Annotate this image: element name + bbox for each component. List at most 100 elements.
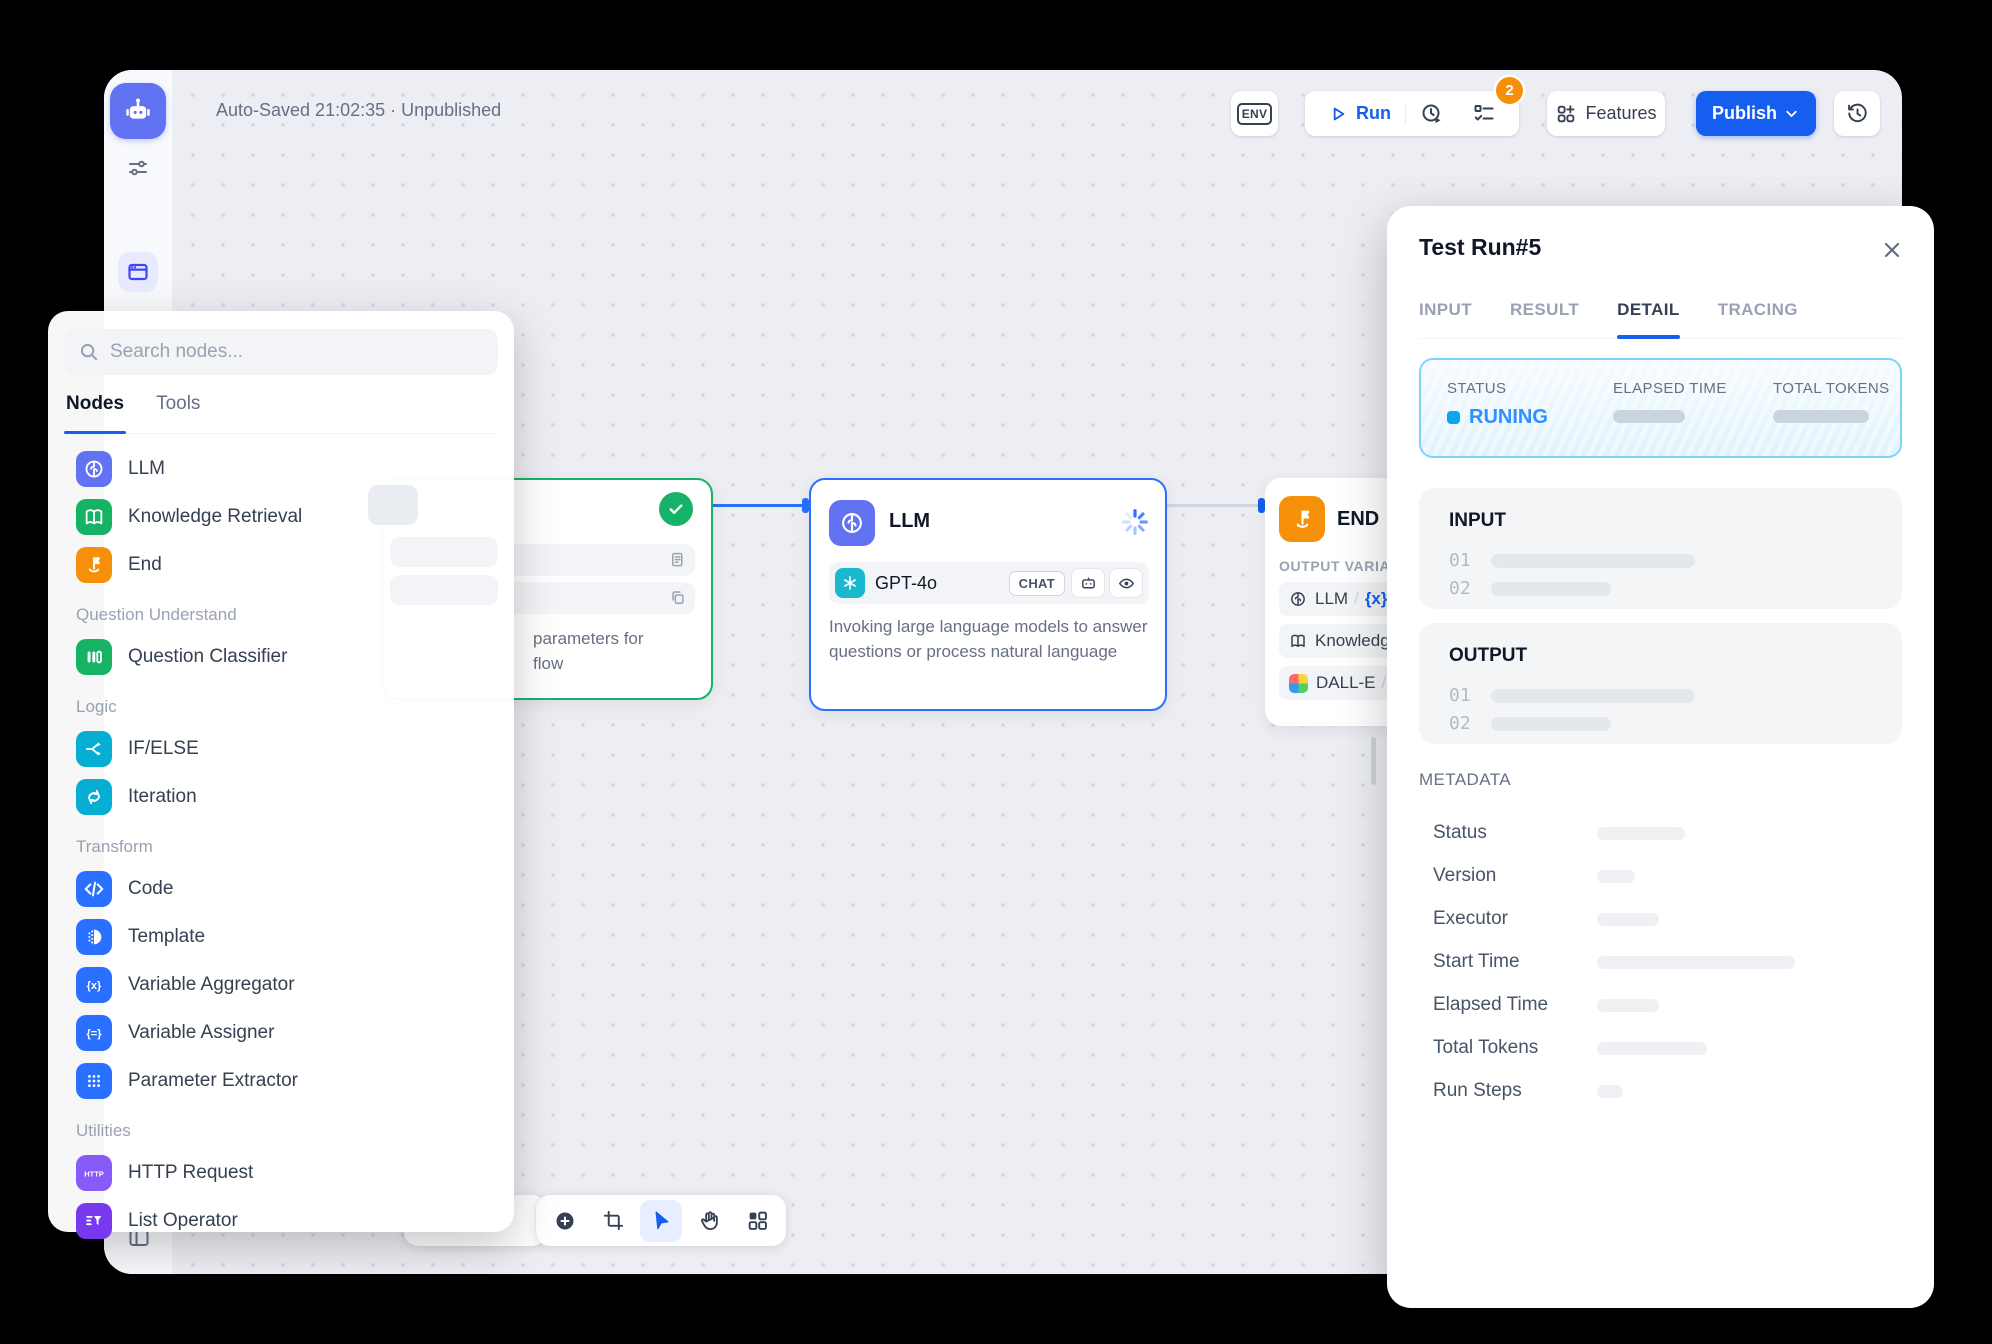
env-button[interactable]: ENV [1231, 91, 1278, 136]
version-history-button[interactable] [1834, 91, 1880, 136]
llm-node-title: LLM [889, 510, 930, 533]
llm-node-description: Invoking large language models to answer… [829, 614, 1151, 664]
app-logo[interactable] [110, 83, 166, 139]
input-skeleton [1491, 582, 1611, 596]
hand-icon [698, 1209, 721, 1232]
node-item-iteration[interactable]: Iteration [64, 773, 498, 821]
close-icon[interactable] [1880, 238, 1904, 262]
node-item-parameter-extractor[interactable]: Parameter Extractor [64, 1057, 498, 1105]
metadata-row-label: Run Steps [1433, 1080, 1522, 1102]
metadata-row-label: Executor [1433, 908, 1508, 930]
model-name: GPT-4o [875, 573, 937, 594]
node-item-template[interactable]: Template [64, 913, 498, 961]
svg-text:{x}: {x} [87, 980, 102, 992]
document-icon [669, 551, 687, 569]
input-card-title: INPUT [1449, 510, 1506, 532]
canvas-toolbar [536, 1195, 786, 1246]
tab-detail[interactable]: DETAIL [1617, 292, 1680, 338]
metadata-skeleton [1597, 1085, 1623, 1098]
book-icon [1289, 632, 1307, 650]
node-item-if-else[interactable]: IF/ELSE [64, 725, 498, 773]
llm-brain-icon [829, 500, 875, 546]
workflow-panel-icon[interactable] [118, 252, 158, 292]
features-button[interactable]: Features [1547, 91, 1665, 136]
edge-start-to-llm [711, 504, 807, 507]
history-icon [1846, 102, 1869, 125]
total-tokens-label: TOTAL TOKENS [1773, 380, 1890, 397]
section-utilities: Utilities [64, 1105, 498, 1149]
node-item-end[interactable]: End [64, 541, 498, 589]
status-value: RUNING [1447, 406, 1548, 429]
tab-nodes[interactable]: Nodes [64, 389, 126, 433]
clock-play-icon [1420, 102, 1444, 126]
node-item-code[interactable]: Code [64, 865, 498, 913]
run-history-button[interactable] [1406, 102, 1458, 126]
loading-spinner-icon [1119, 506, 1151, 538]
node-item-knowledge-retrieval[interactable]: Knowledge Retrieval [64, 493, 498, 541]
sliders-icon[interactable] [120, 150, 156, 186]
http-icon: HTTP [76, 1155, 112, 1191]
brain-icon [1289, 590, 1307, 608]
node-item-list-operator[interactable]: List Operator [64, 1197, 498, 1245]
tab-input[interactable]: INPUT [1419, 292, 1472, 338]
llm-node[interactable]: LLM GPT-4o CHAT Invoking large language … [809, 478, 1167, 711]
run-button[interactable]: Run [1314, 103, 1405, 124]
play-icon [1328, 104, 1348, 124]
flag-icon [76, 547, 112, 583]
hand-tool-button[interactable] [688, 1200, 730, 1242]
checklist-button[interactable]: 2 [1458, 102, 1510, 126]
panel-drag-handle[interactable] [1371, 737, 1376, 785]
env-icon: ENV [1237, 103, 1273, 125]
node-panel-tabs: Nodes Tools [64, 389, 498, 434]
grid-dots-icon [76, 1063, 112, 1099]
output-card-title: OUTPUT [1449, 645, 1527, 667]
branch-icon [76, 731, 112, 767]
node-search-input[interactable]: Search nodes... [64, 329, 498, 375]
elapsed-skeleton [1613, 410, 1685, 423]
output-skeleton [1491, 689, 1695, 703]
test-run-panel: Test Run#5 INPUT RESULT DETAIL TRACING S… [1387, 206, 1934, 1308]
edge-endpoint [802, 498, 809, 513]
tab-result[interactable]: RESULT [1510, 292, 1579, 338]
running-dot [1447, 411, 1460, 424]
start-node-description: parameters for flow [533, 626, 703, 676]
section-transform: Transform [64, 821, 498, 865]
checklist-icon [1472, 102, 1496, 126]
tab-tools[interactable]: Tools [154, 389, 202, 433]
node-item-variable-assigner[interactable]: {=} Variable Assigner [64, 1009, 498, 1057]
dalle-icon [1289, 674, 1308, 693]
metadata-row-label: Elapsed Time [1433, 994, 1548, 1016]
edge-endpoint [1258, 498, 1265, 513]
metadata-row-label: Total Tokens [1433, 1037, 1538, 1059]
autosave-status: Auto-Saved 21:02:35 · Unpublished [216, 100, 501, 121]
metadata-skeleton [1597, 956, 1795, 969]
pointer-tool-button[interactable] [640, 1200, 682, 1242]
publish-button[interactable]: Publish [1696, 91, 1816, 136]
elapsed-time-label: ELAPSED TIME [1613, 380, 1727, 397]
section-question-understand: Question Understand [64, 589, 498, 633]
status-card: STATUS RUNING ELAPSED TIME TOTAL TOKENS [1419, 358, 1902, 458]
run-panel-tabs: INPUT RESULT DETAIL TRACING [1419, 292, 1902, 339]
metadata-skeleton [1597, 827, 1685, 840]
input-skeleton [1491, 554, 1695, 568]
node-item-http-request[interactable]: HTTP HTTP Request [64, 1149, 498, 1197]
tab-tracing[interactable]: TRACING [1718, 292, 1798, 338]
vision-robot-icon [1071, 568, 1105, 598]
filter-icon [76, 1203, 112, 1239]
node-item-question-classifier[interactable]: Question Classifier [64, 633, 498, 681]
copy-icon [669, 589, 687, 607]
run-group: Run 2 [1305, 91, 1519, 136]
search-placeholder: Search nodes... [110, 341, 243, 363]
metadata-title: METADATA [1419, 770, 1511, 790]
organize-nodes-button[interactable] [736, 1200, 778, 1242]
annotation-button[interactable] [592, 1200, 634, 1242]
node-item-llm[interactable]: LLM [64, 445, 498, 493]
node-item-variable-aggregator[interactable]: {x} Variable Aggregator [64, 961, 498, 1009]
classifier-icon [76, 639, 112, 675]
tokens-skeleton [1773, 410, 1869, 423]
node-picker-panel: Search nodes... Nodes Tools LLM Knowledg… [48, 311, 514, 1232]
llm-brain-icon [76, 451, 112, 487]
add-node-button[interactable] [544, 1200, 586, 1242]
metadata-row-label: Version [1433, 865, 1496, 887]
model-selector[interactable]: GPT-4o CHAT [829, 562, 1149, 604]
